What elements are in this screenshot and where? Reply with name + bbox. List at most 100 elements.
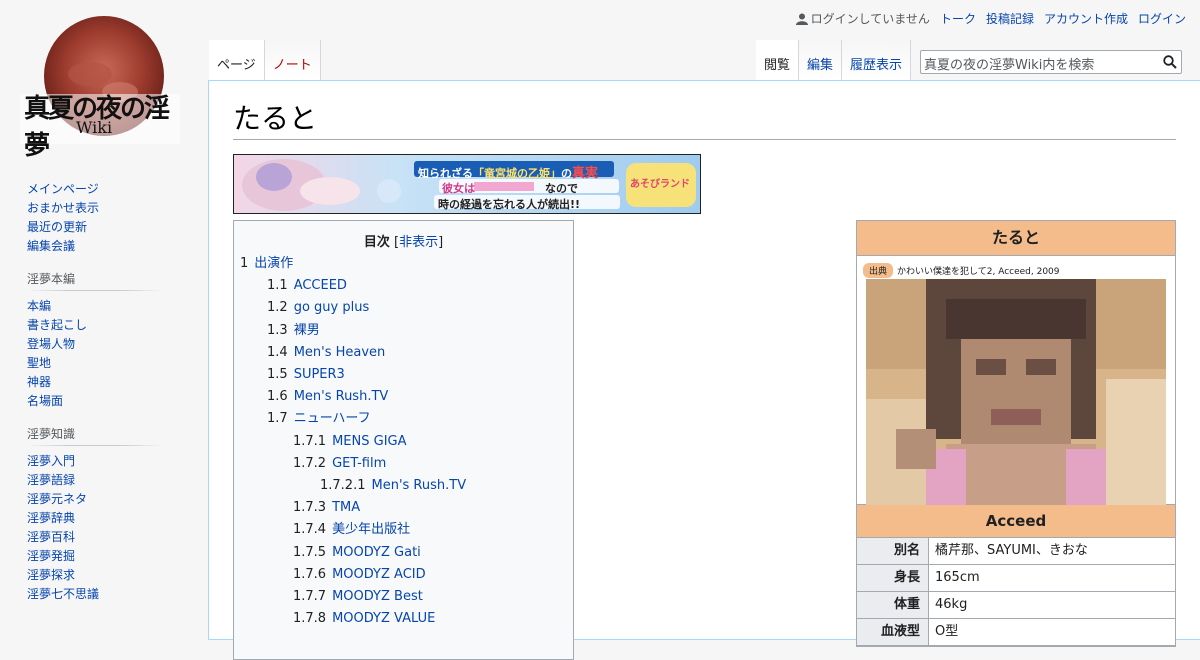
- toc-item[interactable]: 1.7 ニューハーフ: [267, 410, 371, 428]
- infobox-source: 出典 かわいい僕達を犯して2, Acceed, 2009: [863, 263, 1060, 278]
- search-icon[interactable]: [1163, 55, 1177, 69]
- sidebar-item-main-page[interactable]: メインページ: [27, 182, 99, 196]
- toc-title: 目次 [非表示]: [234, 231, 573, 250]
- infobox-value: 165cm: [929, 565, 1175, 591]
- toc-item[interactable]: 1.7.4 美少年出版社: [293, 521, 410, 539]
- tab-page[interactable]: ページ: [209, 40, 265, 80]
- toc-link[interactable]: MOODYZ Gati: [332, 545, 421, 560]
- toc-item[interactable]: 1.7.7 MOODYZ Best: [293, 588, 423, 606]
- infobox-key: 身長: [857, 565, 929, 591]
- ad-banner[interactable]: 知られざる「竜宮城の乙姫」の真実 彼女は なので 時の経過を忘れる人が続出!! あ…: [233, 154, 701, 214]
- create-account-link[interactable]: アカウント作成: [1044, 10, 1128, 27]
- tab-edit[interactable]: 編集: [798, 40, 842, 80]
- pixelated-photo: [866, 279, 1166, 505]
- toc-bracket-close: ]: [438, 235, 444, 250]
- toc-number: 1.7.2: [293, 455, 327, 471]
- infobox: たると 出典 かわいい僕達を犯して2, Acceed, 2009 Acceed …: [856, 220, 1176, 647]
- toc-number: 1.5: [267, 367, 288, 382]
- infobox-photo[interactable]: [866, 279, 1166, 505]
- sidebar-item[interactable]: 淫夢百科: [27, 530, 75, 544]
- talk-link[interactable]: トーク: [940, 10, 976, 27]
- user-status: ログインしていません: [795, 10, 930, 27]
- toc-link[interactable]: MOODYZ ACID: [332, 567, 426, 582]
- toc-item[interactable]: 1.6 Men's Rush.TV: [267, 388, 388, 406]
- toc-link[interactable]: go guy plus: [294, 300, 370, 315]
- toc-number: 1.3: [267, 322, 288, 338]
- infobox-key: 体重: [857, 592, 929, 618]
- toc-link[interactable]: MOODYZ VALUE: [332, 611, 435, 626]
- sidebar-item[interactable]: 淫夢辞典: [27, 511, 75, 525]
- ad-badge: あそびランド: [630, 179, 690, 190]
- sidebar-item[interactable]: 名場面: [27, 394, 63, 408]
- toc-item[interactable]: 1.2 go guy plus: [267, 299, 369, 317]
- toc-link[interactable]: 美少年出版社: [332, 522, 410, 537]
- toc-link[interactable]: GET-film: [332, 456, 386, 471]
- toc-number: 1.7.1: [293, 433, 327, 449]
- sidebar-section-knowledge: 淫夢知識 淫夢入門 淫夢語録 淫夢元ネタ 淫夢辞典 淫夢百科 淫夢発掘 淫夢探求…: [27, 425, 190, 604]
- sidebar-heading: 淫夢知識: [27, 425, 163, 446]
- toc-number: 1.6: [267, 389, 288, 405]
- tab-talk[interactable]: ノート: [264, 40, 321, 80]
- toc-link[interactable]: ニューハーフ: [294, 411, 371, 426]
- table-of-contents: 目次 [非表示] 1 出演作 1.1 ACCEED 1.2 go guy plus 1.3 裸…: [233, 220, 574, 660]
- toc-link[interactable]: SUPER3: [294, 367, 345, 382]
- toc-item[interactable]: 1.7.1 MENS GIGA: [293, 433, 407, 451]
- sidebar-item[interactable]: 書き起こし: [27, 318, 87, 332]
- sidebar: メインページ おまかせ表示 最近の更新 編集会議 淫夢本編 本編 書き起こし 登…: [0, 180, 190, 618]
- toc-item[interactable]: 1.3 裸男: [267, 322, 320, 340]
- sidebar-item-recent-changes[interactable]: 最近の更新: [27, 220, 87, 234]
- search-input[interactable]: 真夏の夜の淫夢Wiki内を検索: [920, 50, 1182, 74]
- sidebar-item[interactable]: 淫夢元ネタ: [27, 492, 87, 506]
- sidebar-item[interactable]: 本編: [27, 299, 51, 313]
- toc-link[interactable]: Men's Rush.TV: [294, 389, 389, 404]
- sidebar-item-meeting[interactable]: 編集会議: [27, 239, 75, 253]
- tab-history[interactable]: 履歴表示: [841, 40, 911, 80]
- toc-item[interactable]: 1.4 Men's Heaven: [267, 344, 385, 362]
- toc-number: 1.1: [267, 278, 288, 294]
- ad-tagline: 時の経過を忘れる人が続出!!: [438, 198, 581, 211]
- sidebar-item[interactable]: 登場人物: [27, 337, 75, 351]
- toc-number: 1.7.3: [293, 500, 327, 516]
- toc-item[interactable]: 1.1 ACCEED: [267, 277, 347, 295]
- toc-item[interactable]: 1.7.3 TMA: [293, 499, 360, 517]
- user-status-text: ログインしていません: [810, 12, 930, 26]
- source-text: かわいい僕達を犯して2, Acceed, 2009: [897, 267, 1060, 277]
- toc-link[interactable]: MOODYZ Best: [332, 589, 423, 604]
- toc-link[interactable]: 裸男: [294, 323, 320, 338]
- sidebar-item[interactable]: 神器: [27, 375, 51, 389]
- toc-item[interactable]: 1.7.2 GET-film: [293, 455, 386, 473]
- sidebar-item-random[interactable]: おまかせ表示: [27, 201, 99, 215]
- contributions-link[interactable]: 投稿記録: [986, 10, 1034, 27]
- toc-item[interactable]: 1.7.5 MOODYZ Gati: [293, 544, 421, 562]
- infobox-image-section: 出典 かわいい僕達を犯して2, Acceed, 2009: [857, 256, 1175, 505]
- sidebar-item[interactable]: 淫夢語録: [27, 473, 75, 487]
- site-logo[interactable]: 真夏の夜の淫夢 Wiki: [20, 14, 180, 161]
- toc-link[interactable]: 出演作: [254, 256, 293, 271]
- toc-item[interactable]: 1.5 SUPER3: [267, 366, 345, 384]
- logo-subtext: Wiki: [76, 118, 113, 137]
- sidebar-item[interactable]: 淫夢探求: [27, 568, 75, 582]
- sidebar-item[interactable]: 淫夢発掘: [27, 549, 75, 563]
- sidebar-item[interactable]: 淫夢入門: [27, 454, 75, 468]
- toc-item[interactable]: 1 出演作: [240, 255, 293, 273]
- toc-item[interactable]: 1.7.6 MOODYZ ACID: [293, 566, 426, 584]
- toc-item[interactable]: 1.7.2.1 Men's Rush.TV: [320, 477, 466, 495]
- toc-link[interactable]: MENS GIGA: [332, 434, 406, 449]
- view-tabs: 閲覧 編集 履歴表示: [755, 40, 911, 80]
- toc-link[interactable]: Men's Rush.TV: [371, 478, 466, 493]
- toc-link[interactable]: TMA: [332, 500, 360, 515]
- sidebar-item[interactable]: 淫夢七不思議: [27, 587, 99, 601]
- infobox-subheader: Acceed: [857, 505, 1175, 538]
- infobox-title: たると: [857, 221, 1175, 256]
- toc-number: 1: [240, 256, 249, 271]
- login-link[interactable]: ログイン: [1138, 10, 1186, 27]
- toc-item[interactable]: 1.7.8 MOODYZ VALUE: [293, 610, 435, 628]
- infobox-row: 別名 橘芹那、SAYUMI、きおな: [857, 538, 1175, 565]
- sidebar-item[interactable]: 聖地: [27, 356, 51, 370]
- toc-toggle[interactable]: 非表示: [399, 235, 438, 250]
- infobox-key: 血液型: [857, 619, 929, 645]
- toc-link[interactable]: Men's Heaven: [294, 345, 386, 360]
- toc-link[interactable]: ACCEED: [294, 278, 347, 293]
- page-title: たると: [233, 99, 1176, 140]
- tab-read[interactable]: 閲覧: [755, 40, 799, 80]
